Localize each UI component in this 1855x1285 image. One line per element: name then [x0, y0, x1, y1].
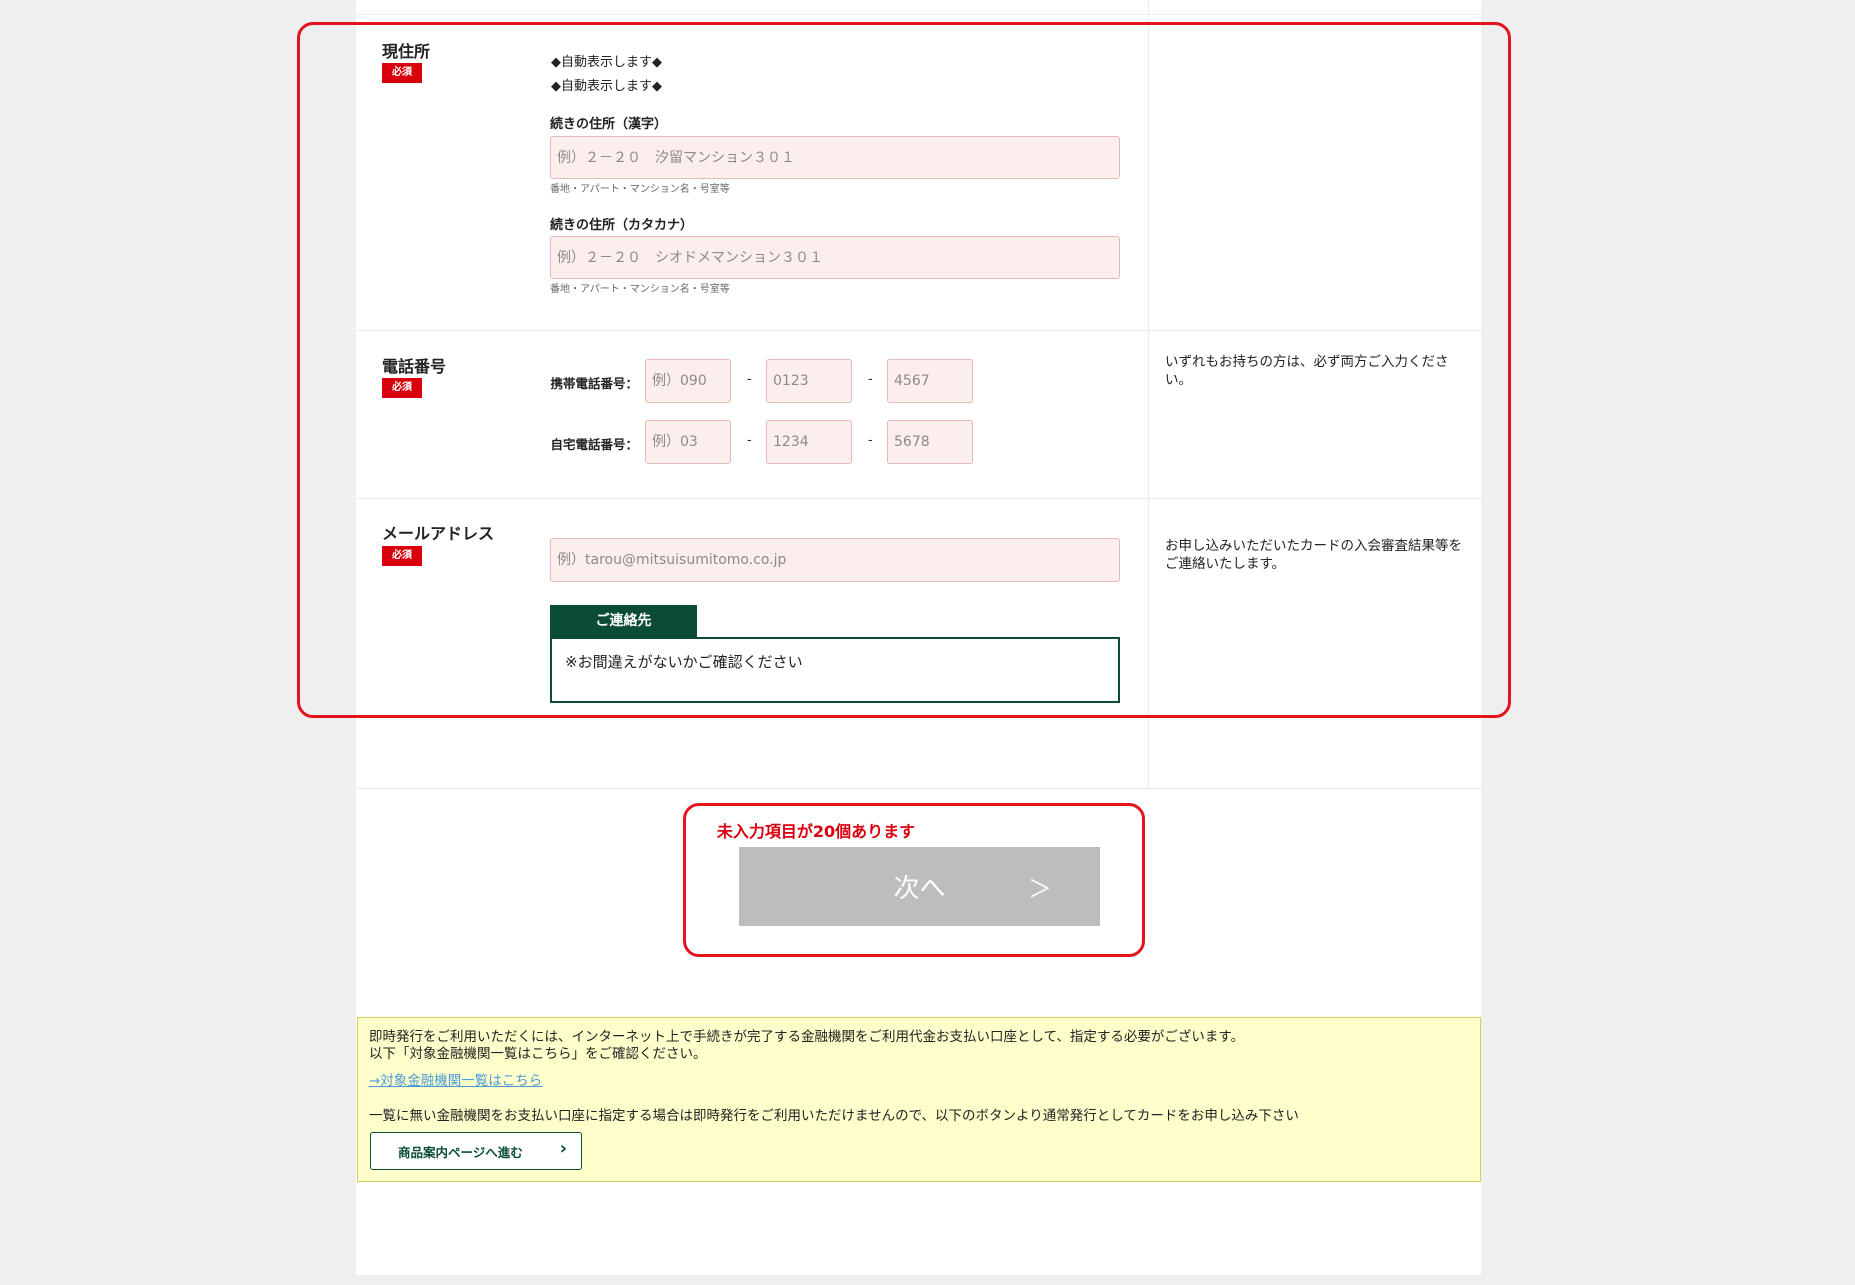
address-kana-hint: 番地・アパート・マンション名・号室等 [550, 284, 730, 295]
home-phone-part-3[interactable]: 5678 [887, 420, 973, 464]
instant-issue-notice: 即時発行をご利用いただくには、インターネット上で手続きが完了する金融機関をご利用… [357, 1017, 1481, 1182]
email-input[interactable]: 例）tarou@mitsuisumitomo.co.jp [550, 538, 1120, 582]
product-info-button-label: 商品案内ページへ進む [398, 1144, 523, 1160]
column-divider [1148, 0, 1149, 788]
contact-confirm-box: ※お間違えがないかご確認ください [550, 637, 1120, 703]
phone-dash: - [868, 372, 873, 387]
address-kanji-placeholder: 例）２－２０ 汐留マンション３０１ [557, 149, 795, 166]
address-kanji-label: 続きの住所（漢字） [550, 117, 668, 132]
address-kana-input[interactable]: 例）２－２０ シオドメマンション３０１ [550, 236, 1120, 279]
row-divider [356, 330, 1481, 331]
next-button[interactable]: 次へ ＞ [739, 847, 1100, 926]
phone-note: いずれもお持ちの方は、必ず両方ご入力ください。 [1165, 354, 1449, 388]
mobile-phone-part-3[interactable]: 4567 [887, 359, 973, 403]
notice-line-2: 以下「対象金融機関一覧はこちら」をご確認ください。 [369, 1046, 707, 1062]
row-divider [356, 498, 1481, 499]
address-kana-placeholder: 例）２－２０ シオドメマンション３０１ [557, 249, 823, 266]
form-page: 現住所 必須 ◆自動表示します◆ ◆自動表示します◆ 続きの住所（漢字） 例）２… [356, 0, 1481, 1275]
home-phone-part-2-placeholder: 1234 [773, 434, 809, 450]
phone-label: 電話番号 [382, 357, 447, 376]
chevron-right-icon: › [559, 1138, 567, 1159]
notice-line-1: 即時発行をご利用いただくには、インターネット上で手続きが完了する金融機関をご利用… [369, 1029, 1245, 1045]
home-phone-part-1[interactable]: 例）03 [645, 420, 731, 464]
row-divider [356, 788, 1481, 789]
mobile-phone-part-3-placeholder: 4567 [894, 373, 930, 389]
address-kanji-hint: 番地・アパート・マンション名・号室等 [550, 184, 730, 195]
product-info-button[interactable]: 商品案内ページへ進む › [370, 1132, 582, 1170]
contact-tab: ご連絡先 [550, 605, 697, 637]
email-label: メールアドレス [382, 524, 495, 543]
contact-confirm-text: ※お間違えがないかご確認ください [565, 653, 803, 671]
mobile-phone-part-2-placeholder: 0123 [773, 373, 809, 389]
notice-line-3: 一覧に無い金融機関をお支払い口座に指定する場合は即時発行をご利用いただけませんの… [369, 1108, 1299, 1124]
required-badge: 必須 [382, 378, 422, 398]
mobile-phone-part-1-placeholder: 例）090 [652, 373, 707, 389]
home-phone-part-3-placeholder: 5678 [894, 434, 930, 450]
missing-items-warning: 未入力項目が20個あります [716, 822, 916, 841]
row-divider [356, 14, 1481, 15]
mobile-phone-part-1[interactable]: 例）090 [645, 359, 731, 403]
home-phone-part-2[interactable]: 1234 [766, 420, 852, 464]
email-placeholder: 例）tarou@mitsuisumitomo.co.jp [557, 552, 787, 568]
required-badge: 必須 [382, 63, 422, 83]
chevron-right-icon: ＞ [1028, 875, 1052, 903]
address-label: 現住所 [382, 42, 431, 61]
auto-display-line-1: ◆自動表示します◆ [551, 55, 662, 70]
mobile-phone-part-2[interactable]: 0123 [766, 359, 852, 403]
address-kanji-input[interactable]: 例）２－２０ 汐留マンション３０１ [550, 136, 1120, 179]
financial-institutions-link[interactable]: →対象金融機関一覧はこちら [369, 1069, 542, 1089]
required-badge: 必須 [382, 546, 422, 566]
home-phone-label: 自宅電話番号： [550, 437, 638, 452]
phone-dash: - [747, 372, 752, 387]
next-button-label: 次へ [893, 874, 946, 904]
mobile-phone-label: 携帯電話番号： [550, 376, 638, 391]
address-kana-label: 続きの住所（カタカナ） [550, 218, 694, 233]
phone-dash: - [868, 433, 873, 448]
home-phone-part-1-placeholder: 例）03 [652, 434, 698, 450]
auto-display-line-2: ◆自動表示します◆ [551, 79, 662, 94]
email-note: お申し込みいただいたカードの入会審査結果等をご連絡いたします。 [1165, 538, 1462, 572]
phone-dash: - [747, 433, 752, 448]
